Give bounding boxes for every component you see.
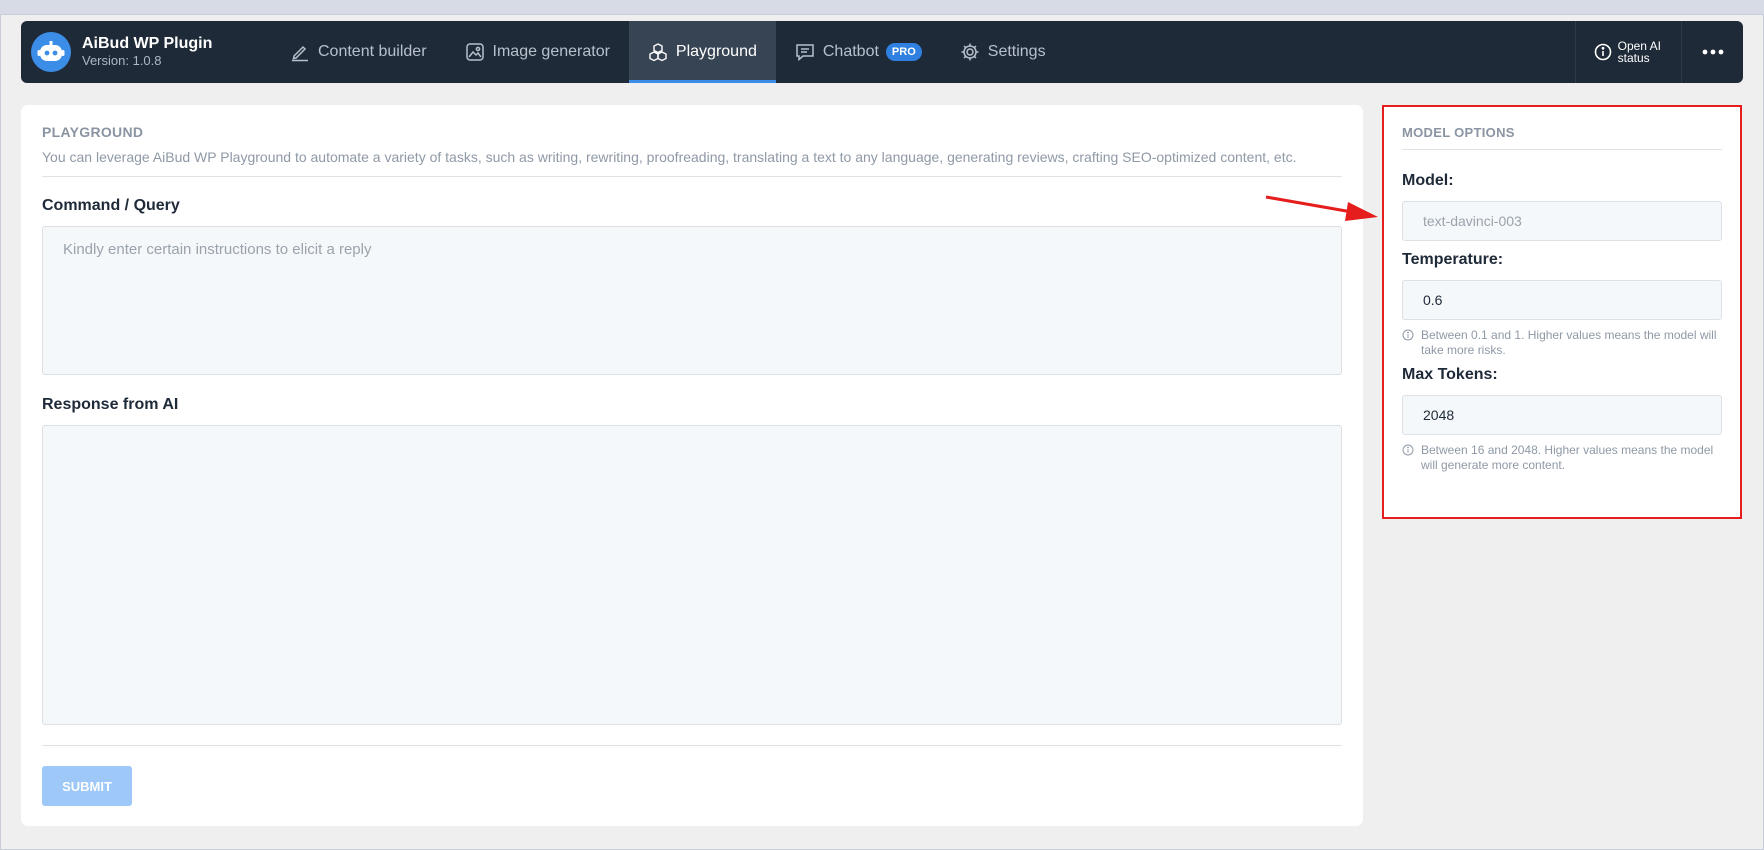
gear-icon xyxy=(961,43,979,61)
status-label-line2: status xyxy=(1617,51,1650,65)
model-label: Model: xyxy=(1402,172,1454,189)
hint-text: Between 16 and 2048. Higher values means… xyxy=(1421,443,1714,472)
nav-label: Image generator xyxy=(492,43,610,60)
info-icon xyxy=(1402,444,1414,456)
divider xyxy=(1402,149,1722,150)
section-title: PLAYGROUND xyxy=(42,124,144,140)
nav-image-generator[interactable]: Image generator xyxy=(446,21,629,83)
chat-icon xyxy=(796,44,814,62)
max-tokens-field[interactable] xyxy=(1402,395,1722,435)
nav-label: Settings xyxy=(987,43,1046,60)
nav-label: Content builder xyxy=(318,43,427,60)
temperature-field[interactable] xyxy=(1402,280,1722,320)
open-ai-status-button[interactable]: Open AI status xyxy=(1574,21,1681,83)
command-input[interactable] xyxy=(42,226,1342,375)
main-nav: Content builder Image generator Playgrou… xyxy=(271,21,1065,83)
playground-card: PLAYGROUND You can leverage AiBud WP Pla… xyxy=(21,105,1363,826)
temperature-label: Temperature: xyxy=(1402,251,1504,268)
nav-label: Playground xyxy=(675,43,757,60)
response-output[interactable] xyxy=(42,425,1342,725)
more-options-button[interactable] xyxy=(1681,21,1743,83)
max-tokens-label: Max Tokens: xyxy=(1402,366,1498,383)
info-icon xyxy=(1402,329,1414,341)
temperature-hint: Between 0.1 and 1. Higher values means t… xyxy=(1402,328,1722,358)
cubes-icon xyxy=(649,43,667,62)
panel-title: MODEL OPTIONS xyxy=(1402,125,1515,140)
pen-icon xyxy=(292,45,308,62)
app-title: AiBud WP Plugin xyxy=(82,35,213,52)
model-options-panel: MODEL OPTIONS Model: Temperature: Betwee… xyxy=(1382,105,1742,519)
more-dots-icon xyxy=(1702,49,1723,55)
nav-label: Chatbot xyxy=(822,43,879,60)
nav-playground[interactable]: Playground xyxy=(628,21,776,83)
info-icon xyxy=(1594,43,1611,61)
divider xyxy=(42,745,1342,746)
annotation-arrow xyxy=(1265,195,1378,221)
topbar-actions: Open AI status xyxy=(1574,21,1743,83)
robot-icon xyxy=(31,32,71,72)
max-tokens-hint: Between 16 and 2048. Higher values means… xyxy=(1402,443,1722,473)
response-label: Response from AI xyxy=(42,396,179,413)
nav-settings[interactable]: Settings xyxy=(941,21,1065,83)
nav-content-builder[interactable]: Content builder xyxy=(271,21,446,83)
command-label: Command / Query xyxy=(42,197,180,214)
model-field[interactable] xyxy=(1402,201,1722,241)
hint-text: Between 0.1 and 1. Higher values means t… xyxy=(1421,328,1717,357)
pro-badge: PRO xyxy=(885,43,922,61)
section-description: You can leverage AiBud WP Playground to … xyxy=(42,149,1297,165)
image-icon xyxy=(465,43,484,61)
submit-button[interactable]: SUBMIT xyxy=(42,766,132,806)
top-navigation-bar: AiBud WP Plugin Version: 1.0.8 Content b… xyxy=(21,21,1743,83)
app-version: Version: 1.0.8 xyxy=(82,53,162,68)
brand: AiBud WP Plugin Version: 1.0.8 xyxy=(21,21,271,83)
nav-chatbot[interactable]: Chatbot PRO xyxy=(776,21,941,83)
divider xyxy=(42,176,1342,177)
